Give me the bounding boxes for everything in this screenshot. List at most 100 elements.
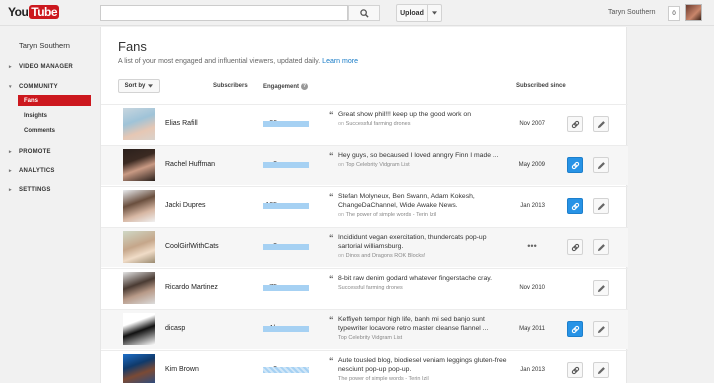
user-avatar[interactable] [685, 4, 702, 21]
fan-name[interactable]: Elias Rafill [165, 120, 198, 127]
quote-icon: “ [329, 233, 334, 243]
sidebar-sub-insights[interactable]: Insights [18, 110, 91, 121]
table-row: Elias Rafill26“Great show phil!!! keep u… [101, 104, 628, 144]
video-title: The power of simple words - Terin Izil [345, 212, 437, 218]
expand-arrow-icon: ▸ [9, 149, 12, 155]
edit-button[interactable] [593, 239, 609, 255]
subscribed-since: Jan 2013 [520, 203, 545, 209]
sidebar-sub-fans[interactable]: Fans [18, 95, 91, 106]
edit-button[interactable] [593, 280, 609, 296]
youtube-logo[interactable]: You Tube [8, 5, 60, 19]
column-header-subscribed-since[interactable]: Subscribed since [516, 83, 566, 89]
comment-video[interactable]: on Top Celebrity Vidgram List [338, 161, 508, 170]
table-row: Jacki Dupres125“Stefan Molyneux, Ben Swa… [101, 186, 628, 226]
comment-text: Stefan Molyneux, Ben Swann, Adam Kokesh,… [338, 193, 475, 209]
expand-arrow-icon: ▸ [9, 168, 12, 174]
fan-name[interactable]: Ricardo Martinez [165, 284, 218, 291]
header-user-name[interactable]: Taryn Southern [608, 9, 655, 16]
comment-video[interactable]: on The power of simple words - Terin Izi… [338, 211, 508, 220]
video-prefix: on [338, 253, 345, 259]
fan-comment[interactable]: Great show phil!!! keep up the good work… [338, 110, 508, 129]
search-input[interactable] [100, 5, 348, 21]
fan-comment[interactable]: Stefan Molyneux, Ben Swann, Adam Kokesh,… [338, 192, 508, 220]
quote-icon: “ [329, 356, 334, 366]
edit-button[interactable] [593, 362, 609, 378]
chevron-down-icon [432, 11, 437, 15]
comment-video[interactable]: Top Celebrity Vidgram List [338, 334, 508, 343]
sidebar-item-video-manager[interactable]: ▸ VIDEO MANAGER [9, 64, 73, 70]
sidebar-item-analytics[interactable]: ▸ ANALYTICS [9, 168, 55, 174]
upload-button[interactable]: Upload [396, 4, 428, 22]
fan-name[interactable]: dicasp [165, 325, 185, 332]
video-prefix: on [338, 162, 345, 168]
comment-video[interactable]: on Dinos and Dragons ROK Blocks! [338, 252, 508, 261]
column-header-engagement[interactable]: Engagement? [263, 83, 309, 90]
pencil-icon [597, 161, 605, 169]
fan-name[interactable]: CoolGirlWithCats [165, 243, 219, 250]
edit-button[interactable] [593, 321, 609, 337]
fan-name[interactable]: Kim Brown [165, 366, 199, 373]
link-button[interactable] [567, 239, 583, 255]
edit-button[interactable] [593, 198, 609, 214]
fan-avatar[interactable] [123, 354, 155, 383]
column-header-subscribers[interactable]: Subscribers [213, 83, 248, 89]
engagement-bar [263, 326, 309, 332]
quote-icon: “ [329, 315, 334, 325]
fan-name[interactable]: Rachel Huffman [165, 161, 215, 168]
link-button[interactable] [567, 362, 583, 378]
loading-dots: ••• [527, 241, 537, 251]
edit-button[interactable] [593, 157, 609, 173]
edit-button[interactable] [593, 116, 609, 132]
video-title: Dinos and Dragons ROK Blocks! [345, 253, 426, 259]
sidebar-user-name[interactable]: Taryn Southern [19, 41, 70, 50]
link-button[interactable] [567, 157, 583, 173]
sort-by-label: Sort by [124, 83, 146, 89]
fan-comment[interactable]: Hey guys, so becaused I loved anngry Fin… [338, 151, 508, 170]
subscribed-since: May 2011 [519, 326, 545, 332]
link-icon [571, 243, 579, 251]
link-button[interactable] [567, 116, 583, 132]
page-title: Fans [118, 39, 147, 54]
sidebar-item-promote[interactable]: ▸ PROMOTE [9, 149, 51, 155]
quote-icon: “ [329, 192, 334, 202]
link-icon [571, 120, 579, 128]
comment-text: Aute tousled blog, biodiesel veniam legg… [338, 357, 507, 373]
sidebar-item-settings[interactable]: ▸ SETTINGS [9, 187, 51, 193]
fan-comment[interactable]: 8-bit raw denim godard whatever fingerst… [338, 274, 508, 293]
table-row: Ricardo Martinez75“8-bit raw denim godar… [101, 268, 628, 308]
pencil-icon [597, 366, 605, 374]
comment-video[interactable]: on Successful farming drones [338, 120, 508, 129]
fan-name[interactable]: Jacki Dupres [165, 202, 205, 209]
comment-text: 8-bit raw denim godard whatever fingerst… [338, 275, 493, 282]
video-title: Top Celebrity Vidgram List [338, 335, 403, 341]
fan-avatar[interactable] [123, 313, 155, 345]
comment-video[interactable]: Successful farming drones [338, 284, 508, 293]
upload-dropdown-button[interactable] [428, 4, 442, 22]
fan-avatar[interactable] [123, 272, 155, 304]
pencil-icon [597, 120, 605, 128]
fan-avatar[interactable] [123, 149, 155, 181]
sidebar-item-community[interactable]: ▾ COMMUNITY [9, 84, 58, 90]
table-row: Kim Brown3“Aute tousled blog, biodiesel … [101, 350, 628, 383]
subscribed-since: Nov 2010 [519, 285, 545, 291]
video-prefix: on [338, 212, 345, 218]
fan-avatar[interactable] [123, 190, 155, 222]
fan-avatar[interactable] [123, 231, 155, 263]
pencil-icon [597, 325, 605, 333]
notification-count[interactable]: 0 [668, 6, 680, 21]
learn-more-link[interactable]: Learn more [322, 58, 358, 65]
top-header: You Tube Upload Taryn Southern 0 [0, 0, 714, 26]
sidebar-sub-comments[interactable]: Comments [18, 125, 91, 136]
link-button[interactable] [567, 321, 583, 337]
link-button[interactable] [567, 198, 583, 214]
logo-tube-text: Tube [29, 5, 60, 19]
sort-by-button[interactable]: Sort by [118, 79, 160, 93]
search-button[interactable] [348, 5, 380, 21]
fan-comment[interactable]: Keffiyeh tempor high life, banh mi sed b… [338, 315, 508, 343]
fan-comment[interactable]: Incididunt vegan exercitation, thunderca… [338, 233, 508, 261]
fan-avatar[interactable] [123, 108, 155, 140]
logo-you-text: You [8, 5, 29, 19]
fan-comment[interactable]: Aute tousled blog, biodiesel veniam legg… [338, 356, 508, 383]
comment-video[interactable]: The power of simple words - Terin Izil [338, 375, 508, 383]
help-icon[interactable]: ? [301, 83, 309, 90]
